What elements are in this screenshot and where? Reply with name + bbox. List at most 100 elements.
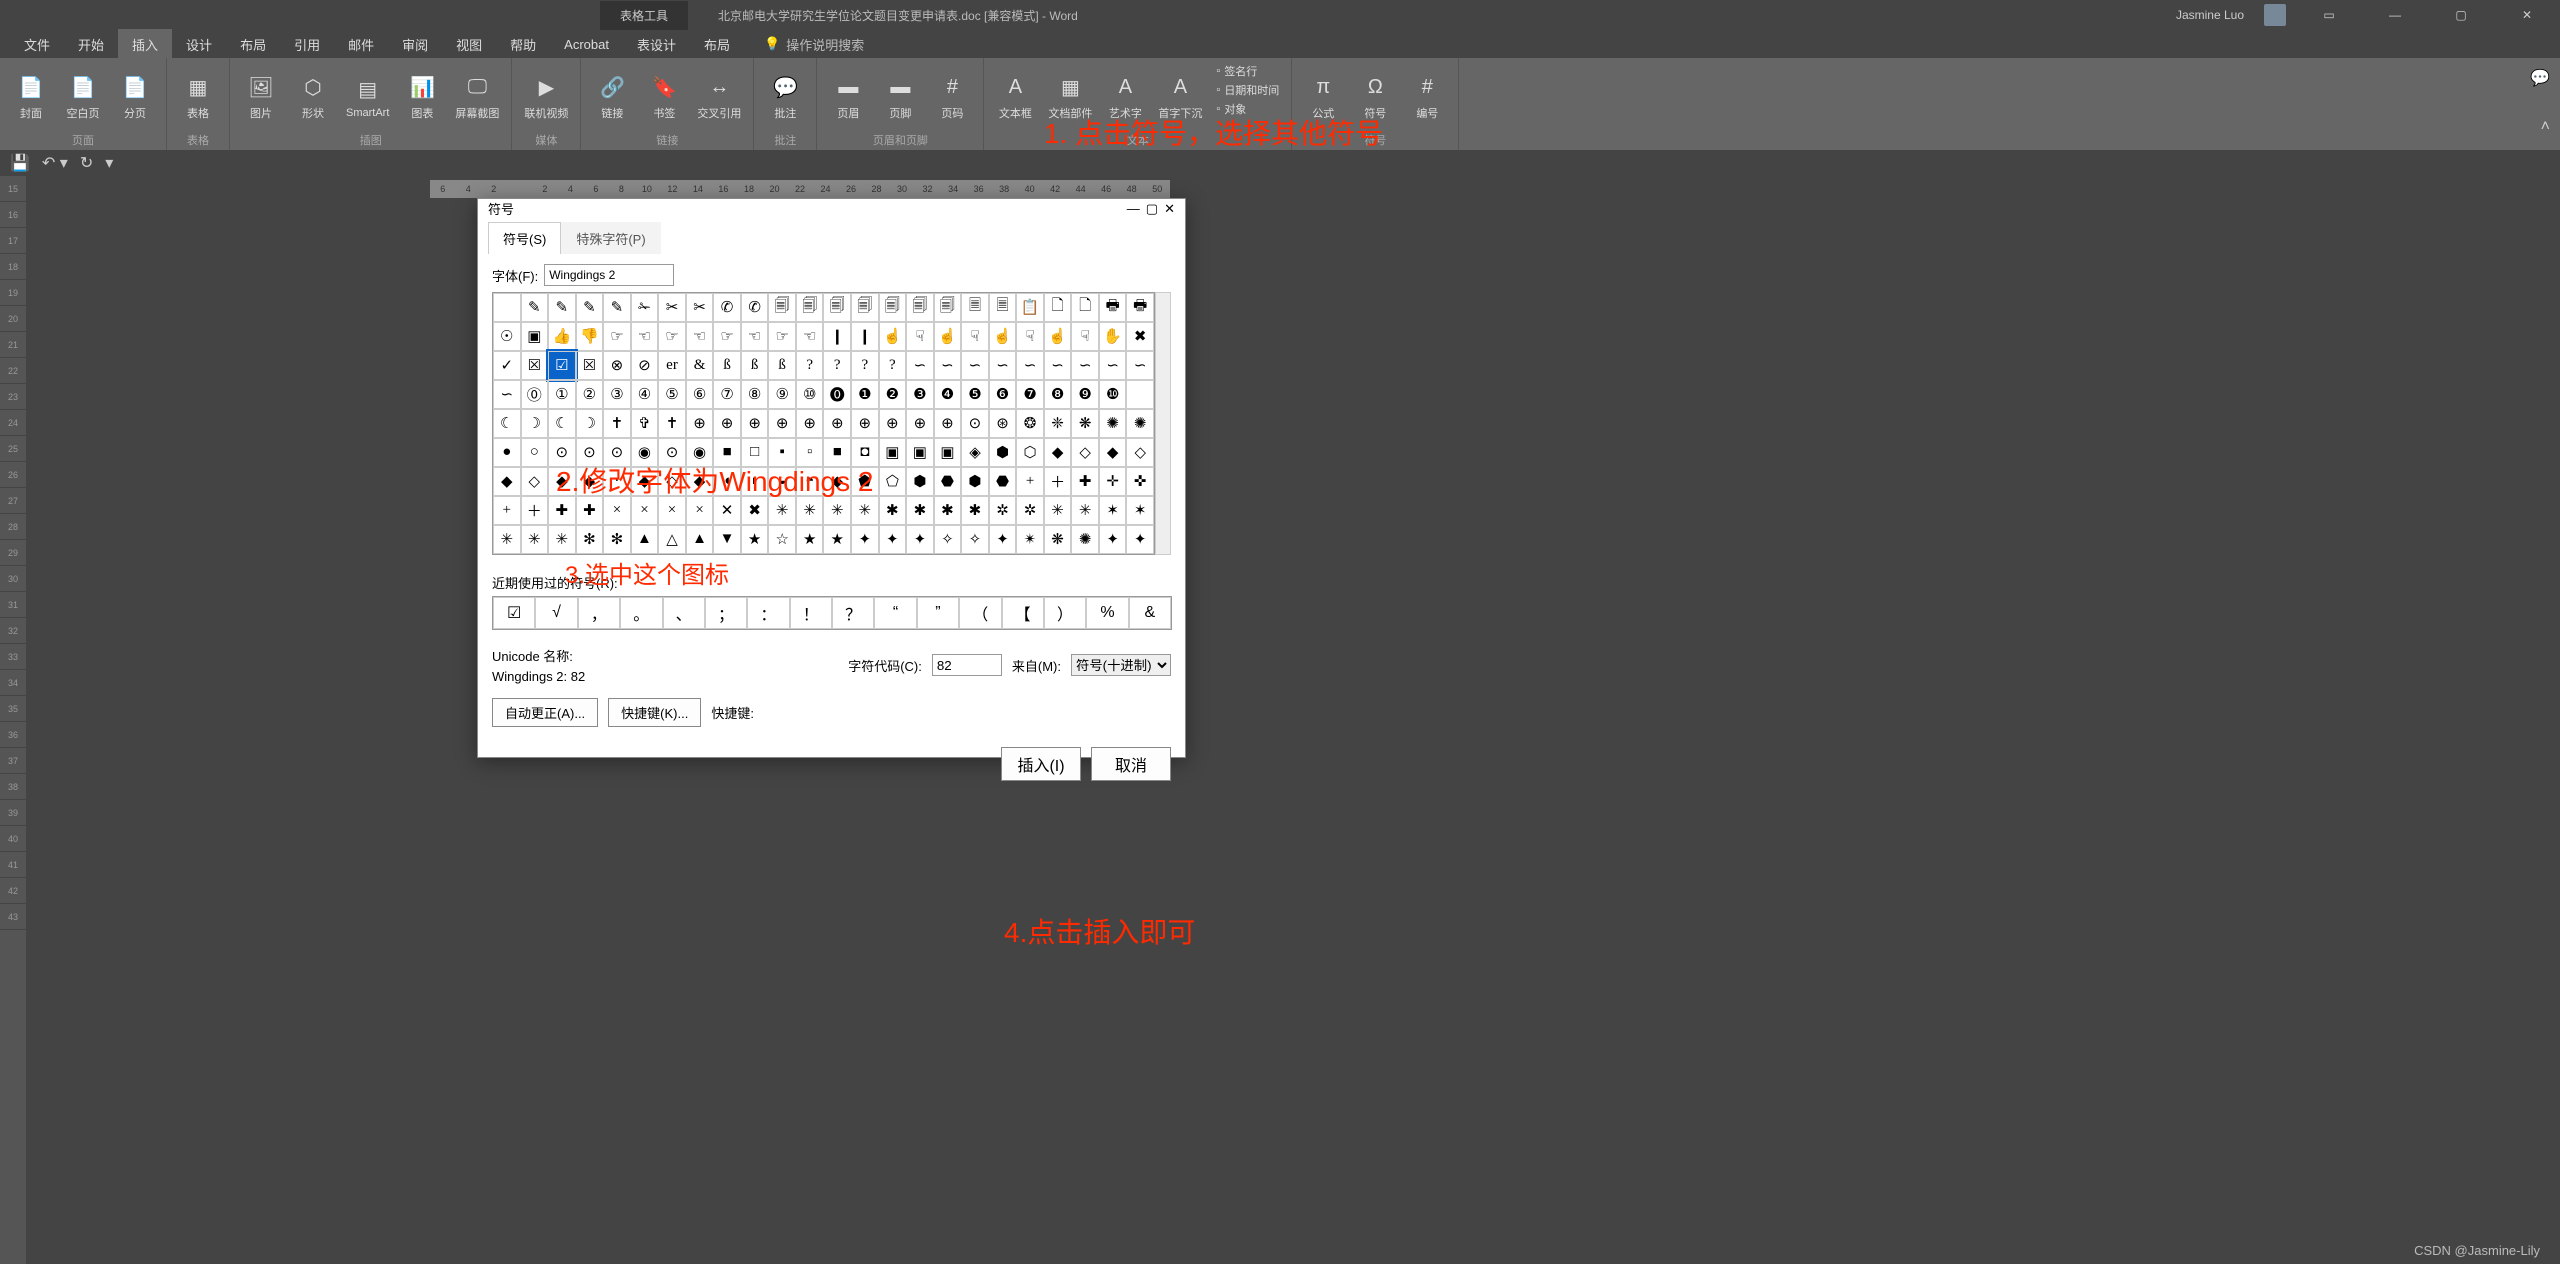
ribbon-文本框[interactable]: A文本框 bbox=[992, 62, 1038, 130]
symbol-cell[interactable]: ✂ bbox=[686, 293, 714, 322]
symbol-cell[interactable]: ☽ bbox=[576, 409, 604, 438]
symbol-cell[interactable]: ✱ bbox=[934, 496, 962, 525]
symbol-cell[interactable]: er bbox=[658, 351, 686, 380]
cancel-button[interactable]: 取消 bbox=[1091, 747, 1171, 781]
close-icon[interactable]: ✕ bbox=[2504, 0, 2550, 30]
symbol-cell[interactable]: ⊛ bbox=[989, 409, 1017, 438]
symbol-cell[interactable]: × bbox=[686, 496, 714, 525]
symbol-cell[interactable]: ▲ bbox=[631, 525, 659, 554]
symbol-cell[interactable]: ◆ bbox=[1044, 438, 1072, 467]
symbol-cell[interactable]: 📋 bbox=[1016, 293, 1044, 322]
symbol-cell[interactable]: ⓪ bbox=[521, 380, 549, 409]
symbol-cell[interactable]: 🗐 bbox=[823, 293, 851, 322]
ribbon-签名行[interactable]: ▫签名行 bbox=[1212, 62, 1283, 80]
ribbon-表格[interactable]: ▦表格 bbox=[175, 62, 221, 130]
symbol-cell[interactable]: ⬠ bbox=[879, 467, 907, 496]
ribbon-页脚[interactable]: ▬页脚 bbox=[877, 62, 923, 130]
recent-symbol-cell[interactable]: 。 bbox=[620, 597, 662, 629]
ribbon-空白页[interactable]: 📄空白页 bbox=[60, 62, 106, 130]
symbol-cell[interactable]: ✳ bbox=[1071, 496, 1099, 525]
symbol-cell[interactable] bbox=[1126, 380, 1154, 409]
symbol-cell[interactable]: ⑩ bbox=[796, 380, 824, 409]
recent-symbol-cell[interactable]: ： bbox=[747, 597, 789, 629]
symbol-scrollbar[interactable] bbox=[1155, 292, 1171, 555]
symbol-cell[interactable]: ✎ bbox=[548, 293, 576, 322]
shortcut-button[interactable]: 快捷键(K)... bbox=[608, 698, 701, 727]
symbol-cell[interactable]: ③ bbox=[603, 380, 631, 409]
symbol-cell[interactable]: ◈ bbox=[961, 438, 989, 467]
symbol-cell[interactable]: ◇ bbox=[521, 467, 549, 496]
menu-视图[interactable]: 视图 bbox=[442, 29, 496, 60]
ribbon-日期和时间[interactable]: ▫日期和时间 bbox=[1212, 81, 1283, 99]
symbol-cell[interactable]: ⑤ bbox=[658, 380, 686, 409]
symbol-cell[interactable]: ✞ bbox=[631, 409, 659, 438]
insert-button[interactable]: 插入(I) bbox=[1001, 747, 1081, 781]
menu-Acrobat[interactable]: Acrobat bbox=[550, 31, 623, 58]
symbol-cell[interactable]: 🗐 bbox=[934, 293, 962, 322]
ribbon-形状[interactable]: ⬡形状 bbox=[290, 62, 336, 130]
ribbon-联机视频[interactable]: ▶联机视频 bbox=[520, 62, 572, 130]
symbol-cell[interactable]: ① bbox=[548, 380, 576, 409]
recent-symbol-cell[interactable]: ） bbox=[1044, 597, 1086, 629]
symbol-cell[interactable]: 🗐 bbox=[906, 293, 934, 322]
symbol-cell[interactable]: + bbox=[493, 496, 521, 525]
dialog-close-icon[interactable]: ✕ bbox=[1164, 201, 1175, 217]
symbol-cell[interactable]: ✚ bbox=[548, 496, 576, 525]
symbol-cell[interactable]: ❽ bbox=[1044, 380, 1072, 409]
symbol-cell[interactable]: ◇ bbox=[1071, 438, 1099, 467]
recent-symbol-cell[interactable]: % bbox=[1086, 597, 1128, 629]
symbol-cell[interactable]: ✜ bbox=[1126, 467, 1154, 496]
symbol-cell[interactable]: ❶ bbox=[851, 380, 879, 409]
symbol-cell[interactable]: ☝ bbox=[1044, 322, 1072, 351]
ribbon-书签[interactable]: 🔖书签 bbox=[641, 62, 687, 130]
redo-icon[interactable]: ↻ bbox=[80, 153, 93, 173]
symbol-cell[interactable]: ⊗ bbox=[603, 351, 631, 380]
symbol-cell[interactable]: ⬢ bbox=[989, 438, 1017, 467]
symbol-cell[interactable]: ∽ bbox=[493, 380, 521, 409]
symbol-cell[interactable]: ☟ bbox=[1016, 322, 1044, 351]
symbol-cell[interactable]: ⬢ bbox=[961, 467, 989, 496]
symbol-cell[interactable]: ✆ bbox=[713, 293, 741, 322]
qat-more-icon[interactable]: ▾ bbox=[105, 153, 113, 173]
symbol-cell[interactable]: ∽ bbox=[906, 351, 934, 380]
symbol-cell[interactable]: ▼ bbox=[713, 525, 741, 554]
symbol-cell[interactable]: ✲ bbox=[989, 496, 1017, 525]
symbol-cell[interactable]: ∽ bbox=[934, 351, 962, 380]
symbol-cell[interactable]: ☜ bbox=[796, 322, 824, 351]
ribbon-屏幕截图[interactable]: 🖵屏幕截图 bbox=[451, 62, 503, 130]
symbol-cell[interactable]: ∽ bbox=[1044, 351, 1072, 380]
tab-symbols[interactable]: 符号(S) bbox=[488, 222, 561, 254]
symbol-cell[interactable]: ⓿ bbox=[823, 380, 851, 409]
symbol-cell[interactable]: ✚ bbox=[576, 496, 604, 525]
symbol-cell[interactable]: ☝ bbox=[879, 322, 907, 351]
symbol-cell[interactable]: ✳ bbox=[521, 525, 549, 554]
symbol-cell[interactable]: & bbox=[686, 351, 714, 380]
recent-symbol-cell[interactable]: √ bbox=[535, 597, 577, 629]
symbol-cell[interactable]: ✳ bbox=[796, 496, 824, 525]
symbol-cell[interactable]: ✛ bbox=[1099, 467, 1127, 496]
symbol-cell[interactable]: ∽ bbox=[1071, 351, 1099, 380]
symbol-cell[interactable]: ✱ bbox=[906, 496, 934, 525]
symbol-grid[interactable]: ✎✎✎✎✁✂✂✆✆🗐🗐🗐🗐🗐🗐🗐🗏🗏📋🗋🗋🖶🖶☉▣👍👎☞☜☞☜☞☜☞☜❙❙☝☟☝… bbox=[492, 292, 1155, 555]
symbol-cell[interactable]: ☒ bbox=[576, 351, 604, 380]
ribbon-collapse-icon[interactable]: ˄ bbox=[2541, 118, 2550, 136]
symbol-cell[interactable]: 👍 bbox=[548, 322, 576, 351]
symbol-cell[interactable]: ＋ bbox=[521, 496, 549, 525]
ribbon-编号[interactable]: #编号 bbox=[1404, 62, 1450, 130]
symbol-cell[interactable]: ▣ bbox=[879, 438, 907, 467]
symbol-cell[interactable]: ✆ bbox=[741, 293, 769, 322]
symbol-cell[interactable] bbox=[493, 293, 521, 322]
symbol-cell[interactable]: ❿ bbox=[1099, 380, 1127, 409]
symbol-cell[interactable]: 🖶 bbox=[1099, 293, 1127, 322]
recent-symbol-cell[interactable]: 、 bbox=[663, 597, 705, 629]
symbol-cell[interactable]: ✶ bbox=[1126, 496, 1154, 525]
symbol-cell[interactable]: ❼ bbox=[1016, 380, 1044, 409]
dialog-maximize-icon[interactable]: ▢ bbox=[1146, 201, 1158, 217]
ribbon-批注[interactable]: 💬批注 bbox=[762, 62, 808, 130]
symbol-cell[interactable]: ? bbox=[879, 351, 907, 380]
symbol-cell[interactable]: ⊕ bbox=[879, 409, 907, 438]
symbol-cell[interactable]: ∽ bbox=[961, 351, 989, 380]
symbol-cell[interactable]: 🖶 bbox=[1126, 293, 1154, 322]
recent-symbols-grid[interactable]: ☑√，。、；：！？“”（【）%& bbox=[492, 596, 1172, 630]
symbol-cell[interactable]: ∽ bbox=[1016, 351, 1044, 380]
